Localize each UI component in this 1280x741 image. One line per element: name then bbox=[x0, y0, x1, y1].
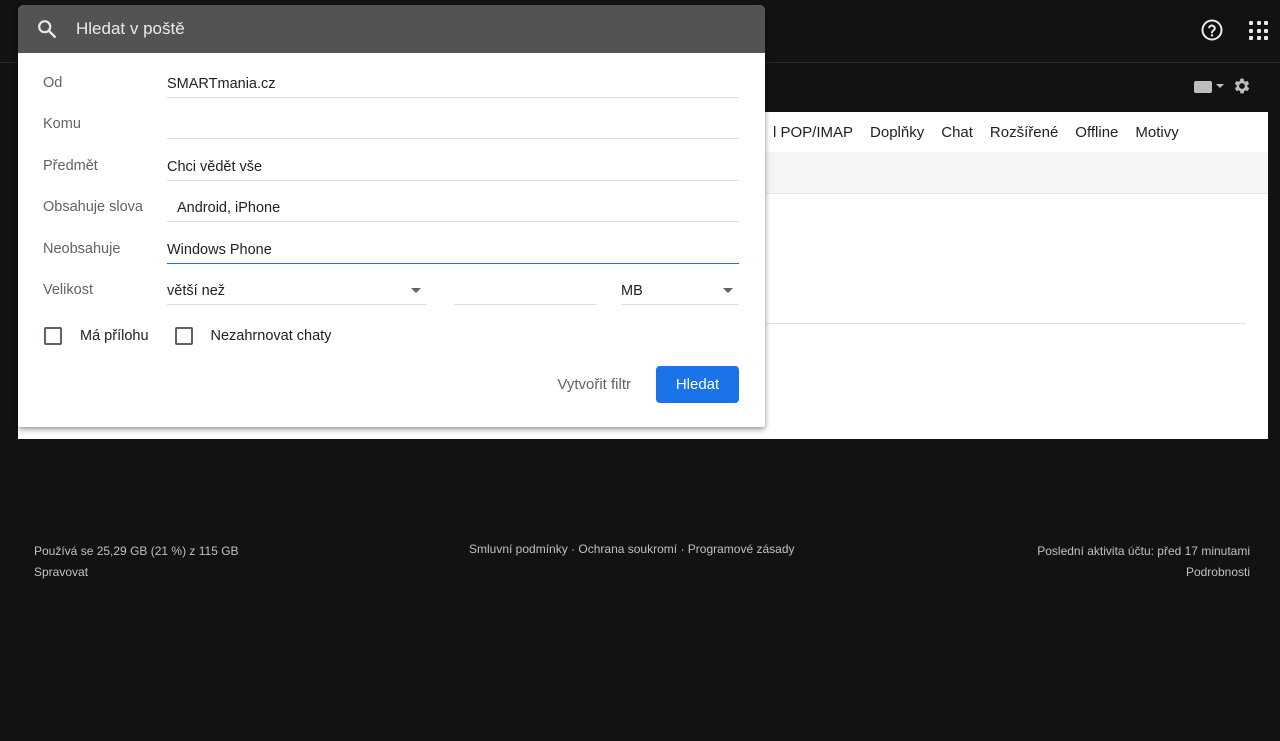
size-operator-select[interactable]: větší než bbox=[167, 265, 427, 305]
tab-offline[interactable]: Offline bbox=[1075, 124, 1118, 141]
size-unit-value: MB bbox=[621, 283, 643, 299]
create-filter-button[interactable]: Vytvořit filtr bbox=[557, 376, 631, 393]
separator: · bbox=[567, 542, 579, 556]
from-field[interactable]: SMARTmania.cz bbox=[167, 58, 739, 98]
separator: · bbox=[677, 542, 688, 556]
size-value-input[interactable] bbox=[454, 265, 597, 305]
row-from: Od SMARTmania.cz bbox=[43, 58, 739, 98]
last-activity: Poslední aktivita účtu: před 17 minutami bbox=[1037, 544, 1250, 558]
chevron-down-icon bbox=[411, 288, 421, 293]
footer-storage: Používá se 25,29 GB (21 %) z 115 GB Spra… bbox=[34, 541, 239, 583]
tab-chat[interactable]: Chat bbox=[941, 124, 973, 141]
row-subject: Předmět Chci vědět vše bbox=[43, 141, 739, 181]
subject-value: Chci vědět vše bbox=[167, 159, 263, 175]
size-label: Velikost bbox=[43, 282, 93, 298]
settings-tabs: l POP/IMAP Doplňky Chat Rozšířené Offlin… bbox=[773, 112, 1179, 152]
settings-divider bbox=[766, 323, 1246, 324]
doesnt-have-label: Neobsahuje bbox=[43, 241, 121, 257]
terms-link[interactable]: Smluvní podmínky bbox=[469, 542, 568, 556]
search-bar[interactable]: Hledat v poště bbox=[18, 5, 765, 53]
size-operator-value: větší než bbox=[167, 283, 226, 299]
from-label: Od bbox=[43, 75, 63, 91]
dialog-actions: Vytvořit filtr Hledat bbox=[557, 366, 739, 403]
footer-activity: Poslední aktivita účtu: před 17 minutami… bbox=[1037, 541, 1250, 583]
exclude-chats-checkbox[interactable] bbox=[174, 327, 193, 345]
subject-label: Předmět bbox=[43, 158, 98, 174]
to-field[interactable] bbox=[167, 99, 739, 139]
from-value: SMARTmania.cz bbox=[167, 76, 276, 92]
doesnt-have-field[interactable]: Windows Phone bbox=[167, 224, 739, 264]
has-words-value: Android, iPhone bbox=[177, 200, 281, 216]
footer-links: Smluvní podmínky · Ochrana soukromí · Pr… bbox=[469, 541, 795, 557]
has-words-field[interactable]: Android, iPhone bbox=[167, 182, 739, 222]
settings-band bbox=[766, 152, 1268, 194]
search-input[interactable]: Hledat v poště bbox=[76, 19, 185, 39]
row-to: Komu bbox=[43, 99, 739, 139]
help-icon[interactable] bbox=[1200, 18, 1224, 42]
details-link[interactable]: Podrobnosti bbox=[1037, 562, 1250, 583]
search-icon[interactable] bbox=[36, 18, 58, 40]
has-attachment-checkbox[interactable] bbox=[44, 327, 62, 345]
tab-themes[interactable]: Motivy bbox=[1135, 124, 1178, 141]
storage-usage: Používá se 25,29 GB (21 %) z 115 GB bbox=[34, 544, 239, 558]
chevron-down-icon bbox=[723, 288, 733, 293]
row-doesnt-have: Neobsahuje Windows Phone bbox=[43, 224, 739, 264]
top-right-icons bbox=[1200, 18, 1270, 42]
advanced-search-dialog: Hledat v poště Od SMARTmania.cz Komu Pře… bbox=[18, 5, 765, 427]
keyboard-icon[interactable] bbox=[1194, 81, 1212, 93]
chevron-down-icon[interactable] bbox=[1216, 84, 1224, 88]
checkbox-row: Má přílohu Nezahrnovat chaty bbox=[44, 327, 331, 345]
tab-addons[interactable]: Doplňky bbox=[870, 124, 924, 141]
tab-advanced[interactable]: Rozšířené bbox=[990, 124, 1058, 141]
search-button[interactable]: Hledat bbox=[656, 366, 739, 403]
gear-icon[interactable] bbox=[1232, 76, 1252, 96]
apps-grid-icon[interactable] bbox=[1246, 18, 1270, 42]
row-has-words: Obsahuje slova Android, iPhone bbox=[43, 182, 739, 222]
size-unit-select[interactable]: MB bbox=[621, 265, 739, 305]
manage-link[interactable]: Spravovat bbox=[34, 562, 239, 583]
privacy-link[interactable]: Ochrana soukromí bbox=[578, 542, 677, 556]
tab-pop-imap[interactable]: l POP/IMAP bbox=[773, 124, 853, 141]
policies-link[interactable]: Programové zásady bbox=[688, 542, 795, 556]
has-words-label: Obsahuje slova bbox=[43, 199, 143, 215]
doesnt-have-value: Windows Phone bbox=[167, 242, 272, 258]
row-size: Velikost větší než MB bbox=[43, 265, 739, 305]
exclude-chats-label[interactable]: Nezahrnovat chaty bbox=[211, 328, 332, 344]
subject-field[interactable]: Chci vědět vše bbox=[167, 141, 739, 181]
to-label: Komu bbox=[43, 116, 81, 132]
has-attachment-label[interactable]: Má přílohu bbox=[80, 328, 149, 344]
toolbar-right bbox=[1194, 76, 1252, 96]
